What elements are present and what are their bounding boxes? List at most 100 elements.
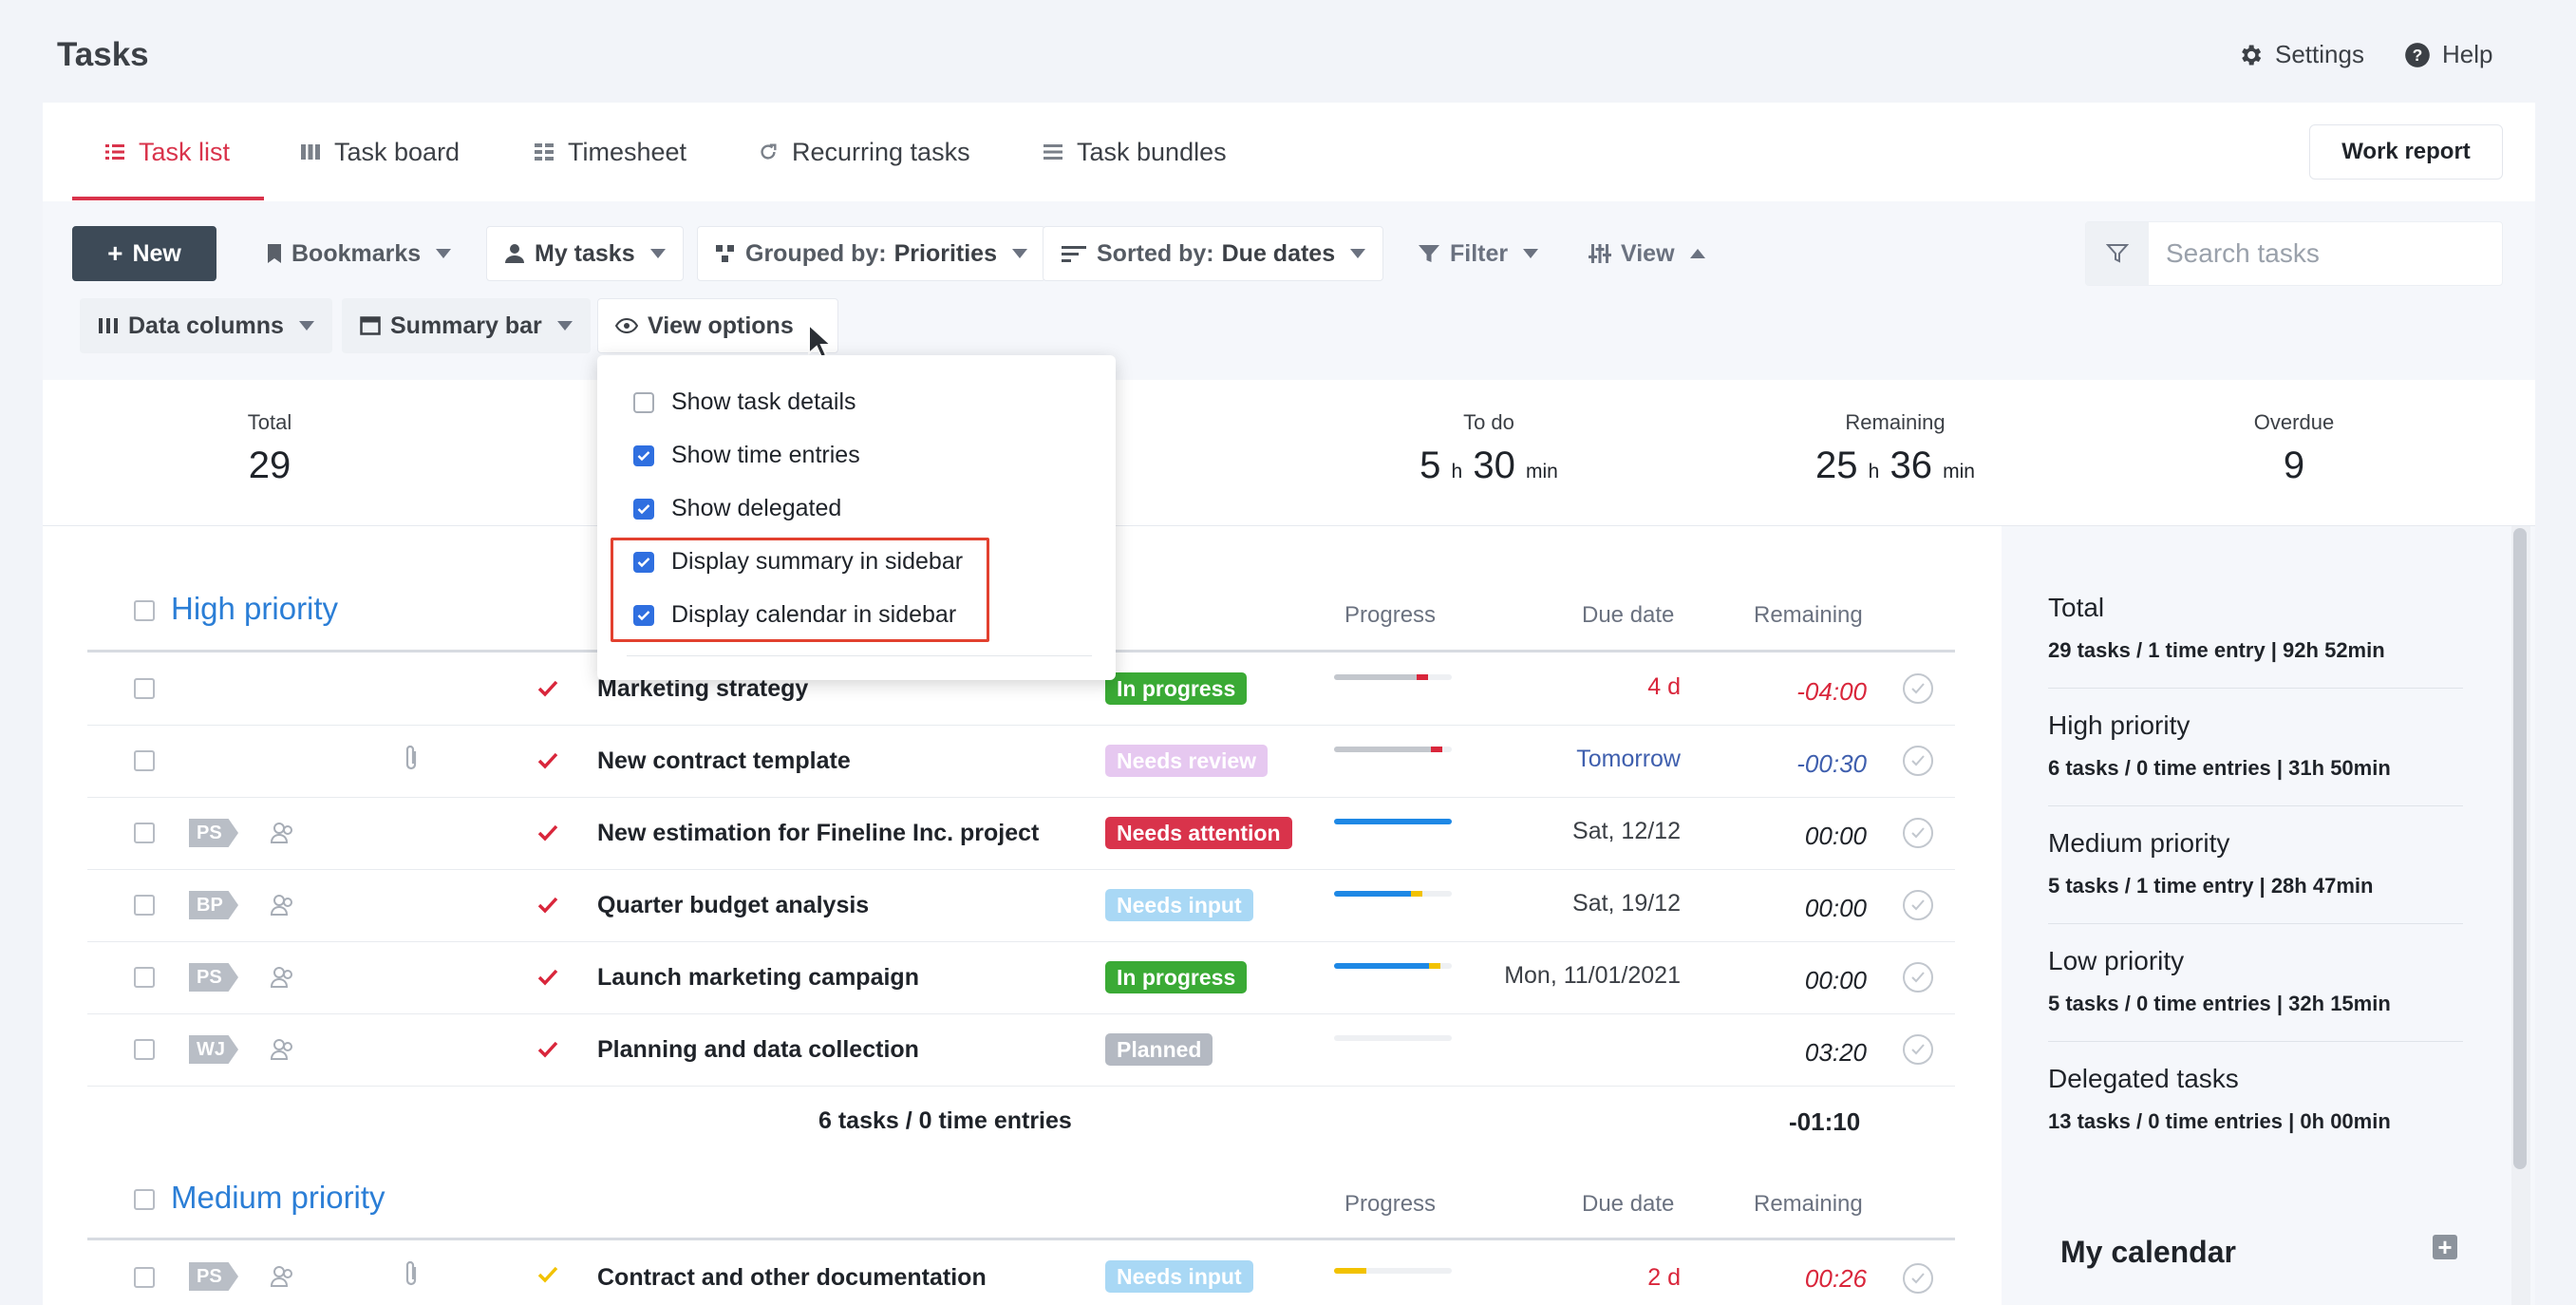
check-icon	[1911, 1273, 1925, 1284]
sidebar-summary-item[interactable]: Total 29 tasks / 1 time entry | 92h 52min	[2048, 593, 2463, 663]
columns-icon	[99, 318, 118, 333]
plus-icon: +	[107, 238, 123, 268]
task-checkbox[interactable]	[134, 967, 155, 988]
delegated-icon	[270, 823, 292, 843]
group-title-medium[interactable]: Medium priority	[171, 1180, 385, 1216]
task-name[interactable]: New estimation for Fineline Inc. project	[597, 820, 1039, 847]
tab-task-list[interactable]: Task list	[104, 103, 230, 201]
view-options-dropdown[interactable]: View options	[597, 298, 838, 353]
group-checkbox[interactable]	[134, 600, 155, 621]
remaining-time: 00:00	[1804, 894, 1867, 922]
checked-checkbox[interactable]	[633, 498, 654, 520]
tab-recurring-tasks[interactable]: Recurring tasks	[758, 103, 970, 201]
sort-by-dropdown[interactable]: Sorted by: Due dates	[1043, 226, 1384, 281]
tab-timesheet[interactable]: Timesheet	[534, 103, 686, 201]
task-checkbox[interactable]	[134, 1267, 155, 1288]
row-divider	[87, 941, 1955, 942]
task-name[interactable]: Contract and other documentation	[597, 1264, 987, 1292]
new-task-button[interactable]: + New	[72, 226, 216, 281]
highlight-box	[611, 538, 989, 642]
task-name[interactable]: New contract template	[597, 747, 851, 775]
check-icon	[537, 680, 558, 697]
complete-task-button[interactable]	[1903, 1034, 1933, 1065]
due-date: 4 d	[1647, 673, 1681, 700]
task-checkbox[interactable]	[134, 678, 155, 699]
stat-overdue: Overdue 9	[2253, 410, 2335, 486]
bookmarks-dropdown[interactable]: Bookmarks	[249, 226, 469, 281]
data-columns-dropdown[interactable]: Data columns	[80, 298, 332, 353]
sidebar-summary-detail: 6 tasks / 0 time entries | 31h 50min	[2048, 756, 2391, 780]
help-link[interactable]: ? Help	[2404, 40, 2492, 69]
stat-todo: To do 5 h 30 min	[1420, 410, 1558, 486]
group-summary-total: -01:10	[1789, 1107, 1861, 1136]
filter-dropdown[interactable]: Filter	[1400, 226, 1556, 281]
task-name[interactable]: Launch marketing campaign	[597, 964, 919, 992]
check-icon	[1911, 827, 1925, 839]
complete-task-button[interactable]	[1903, 1263, 1933, 1294]
checked-checkbox[interactable]	[633, 444, 654, 466]
task-name[interactable]: Planning and data collection	[597, 1036, 919, 1064]
stack-icon	[1044, 144, 1062, 160]
group-divider	[87, 1238, 1955, 1240]
status-badge[interactable]: Needs attention	[1105, 817, 1292, 849]
gear-icon	[2242, 45, 2262, 65]
page-title: Tasks	[57, 36, 149, 73]
delegated-icon	[270, 1266, 292, 1287]
summary-bar-dropdown[interactable]: Summary bar	[342, 298, 591, 353]
status-badge[interactable]: In progress	[1105, 961, 1248, 993]
check-icon	[537, 969, 558, 986]
view-option-item[interactable]: Show task details	[633, 388, 856, 416]
work-report-button[interactable]: Work report	[2309, 124, 2503, 180]
complete-task-button[interactable]	[1903, 962, 1933, 993]
group-checkbox[interactable]	[134, 1189, 155, 1210]
refresh-icon	[761, 143, 777, 160]
task-checkbox[interactable]	[134, 823, 155, 843]
unchecked-checkbox[interactable]	[633, 391, 654, 413]
status-badge[interactable]: Needs input	[1105, 1260, 1253, 1293]
sidebar-summary-item[interactable]: Medium priority 5 tasks / 1 time entry | …	[2048, 828, 2463, 898]
view-option-item[interactable]: Show time entries	[633, 442, 860, 469]
complete-task-button[interactable]	[1903, 746, 1933, 776]
sidebar-summary-item[interactable]: High priority 6 tasks / 0 time entries | …	[2048, 710, 2463, 781]
sidebar-summary-item[interactable]: Delegated tasks 13 tasks / 0 time entries…	[2048, 1064, 2463, 1134]
view-option-label: Show time entries	[671, 442, 860, 468]
group-title-high[interactable]: High priority	[171, 591, 338, 627]
add-calendar-icon[interactable]: +	[2433, 1235, 2457, 1259]
status-badge[interactable]: Needs review	[1105, 745, 1269, 777]
progress-bar	[1334, 674, 1452, 680]
status-badge[interactable]: In progress	[1105, 672, 1248, 705]
sidebar-summary-detail: 13 tasks / 0 time entries | 0h 00min	[2048, 1109, 2391, 1133]
scrollbar-thumb[interactable]	[2513, 528, 2527, 1169]
funnel-icon	[1419, 245, 1439, 262]
sidebar-divider	[2048, 923, 2463, 924]
sidebar-divider	[2048, 1041, 2463, 1042]
tab-task-board[interactable]: Task board	[300, 103, 460, 201]
search-filter-button[interactable]	[2086, 222, 2149, 285]
status-badge[interactable]: Planned	[1105, 1033, 1213, 1066]
task-name[interactable]: Quarter budget analysis	[597, 892, 869, 919]
complete-task-button[interactable]	[1903, 890, 1933, 920]
my-tasks-dropdown[interactable]: My tasks	[486, 226, 684, 281]
due-date: Sat, 12/12	[1572, 818, 1681, 844]
view-option-item[interactable]: Show delegated	[633, 495, 841, 522]
complete-task-button[interactable]	[1903, 673, 1933, 704]
sidebar-divider	[2048, 805, 2463, 806]
view-dropdown[interactable]: View	[1570, 226, 1723, 281]
settings-link[interactable]: Settings	[2237, 40, 2364, 69]
complete-task-button[interactable]	[1903, 818, 1933, 848]
delegated-icon	[270, 1039, 292, 1060]
column-progress: Progress	[1344, 602, 1437, 628]
tab-task-bundles[interactable]: Task bundles	[1043, 103, 1227, 201]
status-badge[interactable]: Needs input	[1105, 889, 1253, 921]
search-input[interactable]	[2149, 238, 2491, 269]
task-checkbox[interactable]	[134, 750, 155, 771]
hierarchy-icon	[716, 245, 734, 262]
task-checkbox[interactable]	[134, 1039, 155, 1060]
task-checkbox[interactable]	[134, 895, 155, 916]
group-by-dropdown[interactable]: Grouped by: Priorities	[697, 226, 1045, 281]
board-icon	[301, 144, 320, 160]
check-icon	[1911, 899, 1925, 911]
remaining-time: 00:26	[1804, 1264, 1867, 1293]
sidebar-summary-item[interactable]: Low priority 5 tasks / 0 time entries | 3…	[2048, 946, 2463, 1016]
user-icon	[505, 244, 524, 263]
